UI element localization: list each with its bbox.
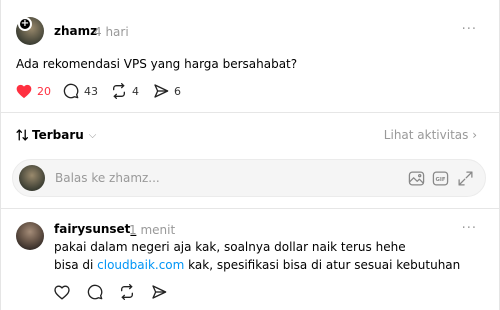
like-button[interactable]: 20 — [16, 82, 51, 100]
author-username[interactable]: zhamz — [54, 24, 97, 38]
repost-button[interactable]: 4 — [111, 82, 139, 100]
repost-icon — [121, 284, 133, 300]
image-icon[interactable] — [407, 169, 425, 187]
chevron-down-icon: ⌵ — [88, 129, 97, 141]
divider — [1, 112, 499, 113]
comment-more-icon[interactable]: ··· — [462, 221, 477, 236]
comment-count: 43 — [84, 84, 98, 98]
sort-dropdown[interactable]: Terbaru ⌵ — [16, 128, 96, 142]
view-activity-link[interactable]: Lihat aktivitas › — [384, 128, 477, 142]
svg-text:GIF: GIF — [435, 176, 445, 182]
commenter-avatar[interactable] — [16, 222, 44, 250]
gif-icon[interactable]: GIF — [431, 169, 449, 187]
comment-icon — [63, 83, 79, 99]
post-more-icon[interactable]: ··· — [462, 22, 477, 37]
share-icon — [152, 285, 167, 299]
comment-reply-button[interactable] — [86, 283, 104, 301]
post-timestamp: 4 hari — [94, 25, 129, 39]
commenter-username[interactable]: fairysunset_ — [54, 222, 136, 236]
sort-arrows-icon — [16, 129, 29, 141]
comment-repost-button[interactable] — [118, 283, 136, 301]
comment-icon — [87, 284, 103, 300]
share-button[interactable]: 6 — [153, 82, 181, 100]
comment-link[interactable]: cloudbaik.com — [97, 258, 184, 272]
repost-count: 4 — [132, 84, 139, 98]
comment-text-line: pakai dalam negeri aja kak, soalnya doll… — [54, 240, 406, 254]
divider — [1, 208, 499, 209]
sort-label: Terbaru — [32, 128, 84, 142]
post-text: Ada rekomendasi VPS yang harga bersahaba… — [16, 57, 298, 71]
expand-icon[interactable] — [456, 169, 474, 187]
comment-timestamp: 1 menit — [129, 223, 176, 237]
reply-box[interactable]: Balas ke zhamz... GIF — [12, 159, 486, 197]
share-count: 6 — [174, 84, 181, 98]
reply-input[interactable]: Balas ke zhamz... — [55, 171, 160, 185]
comment-like-button[interactable] — [53, 283, 71, 301]
heart-icon — [54, 285, 70, 300]
share-icon — [154, 84, 169, 98]
comment-text: kak, spesifikasi bisa di atur sesuai keb… — [184, 258, 461, 272]
thread-panel: + zhamz 4 hari ··· Ada rekomendasi VPS y… — [0, 0, 500, 310]
current-user-avatar — [19, 165, 45, 191]
comment-button[interactable]: 43 — [63, 82, 98, 100]
follow-plus-icon[interactable]: + — [18, 17, 32, 31]
heart-filled-icon — [16, 84, 32, 98]
comment-share-button[interactable] — [150, 283, 168, 301]
like-count: 20 — [37, 84, 51, 98]
comment-text: bisa di — [54, 258, 98, 272]
comment-text-line: bisa di cloudbaik.com kak, spesifikasi b… — [54, 258, 460, 272]
repost-icon — [113, 83, 125, 99]
